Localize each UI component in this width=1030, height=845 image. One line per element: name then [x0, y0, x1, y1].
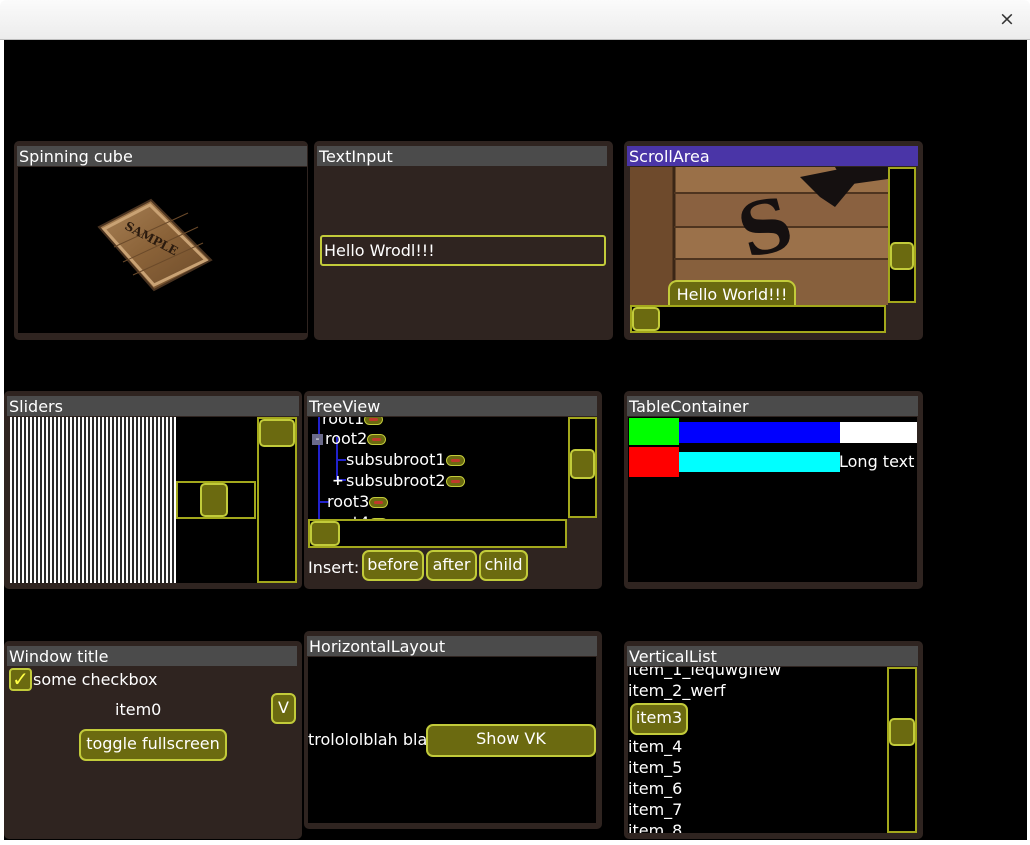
- scroll-viewport: S Hello World!!!: [630, 167, 888, 305]
- close-icon[interactable]: ×: [998, 9, 1016, 29]
- vertical-slider-thumb[interactable]: [259, 419, 295, 447]
- list-item[interactable]: item_2_werf: [628, 681, 725, 701]
- checkbox-label[interactable]: some checkbox: [33, 670, 157, 690]
- insert-after-button[interactable]: after: [426, 550, 477, 581]
- window-titlebar: ×: [0, 0, 1030, 40]
- table-cell-red: [629, 447, 679, 477]
- tree-node-toggle-icon[interactable]: [445, 455, 465, 466]
- table-cell-white: [840, 422, 917, 443]
- text-input-field[interactable]: Hello Wrodl!!!: [320, 235, 606, 266]
- panel-title: Window title: [7, 646, 297, 666]
- tree-node[interactable]: root3: [327, 492, 389, 512]
- table-cell-green: [629, 418, 679, 445]
- list-item[interactable]: item_8: [628, 821, 682, 833]
- tree-node[interactable]: - root2: [312, 429, 387, 449]
- chevron-down-icon: V: [278, 698, 289, 717]
- list-item[interactable]: item_4: [628, 737, 682, 757]
- app-canvas: Spinning cube SAMPLE TextInput Hello Wro…: [4, 40, 1027, 840]
- panel-tree-view: TreeView root1 - root2 subsubroot1 + subsu…: [304, 391, 602, 589]
- hello-world-button[interactable]: Hello World!!!: [668, 280, 796, 305]
- panel-title: Spinning cube: [17, 146, 307, 166]
- tree-node-toggle-icon[interactable]: [369, 497, 389, 508]
- panel-sliders: Sliders: [4, 391, 302, 589]
- checkmark-icon: ✓: [12, 667, 29, 691]
- tree-hscroll-thumb[interactable]: [310, 521, 340, 546]
- insert-label: Insert:: [308, 558, 360, 577]
- tree-node-toggle-icon[interactable]: [367, 434, 387, 445]
- panel-vertical-list: VerticalList item_1_lequwgflew item_2_we…: [624, 641, 923, 839]
- panel-title: Sliders: [7, 396, 299, 416]
- list-item[interactable]: item_1_lequwgflew: [628, 667, 781, 680]
- tree-node-label: subsubroot2: [346, 471, 446, 490]
- tree-viewport: root1 - root2 subsubroot1 + subsubroot2 ro…: [308, 417, 568, 519]
- tree-node[interactable]: root1: [322, 417, 384, 429]
- tree-node[interactable]: subsubroot1: [346, 450, 465, 470]
- checkbox[interactable]: ✓: [9, 668, 32, 691]
- insert-before-button[interactable]: before: [362, 550, 424, 581]
- list-item[interactable]: item_7: [628, 800, 682, 820]
- panel-window-title: Window title ✓ some checkbox item0 V tog…: [4, 641, 302, 839]
- striped-image: [10, 417, 176, 583]
- horizontal-layout-area: trolololblah bla Show VK: [308, 657, 596, 823]
- panel-title: TreeView: [307, 396, 597, 416]
- dropdown-arrow-button[interactable]: V: [271, 693, 296, 724]
- tree-node-label: root1: [322, 417, 365, 428]
- panel-title: TextInput: [317, 146, 607, 166]
- show-vk-button[interactable]: Show VK: [426, 724, 596, 757]
- scroll-area-hscrollbar[interactable]: [630, 305, 886, 333]
- table-long-text: Long text: [839, 452, 915, 471]
- hscroll-thumb[interactable]: [632, 307, 660, 331]
- wooden-crate-icon: SAMPLE: [97, 198, 213, 292]
- panel-title: VerticalList: [627, 646, 918, 666]
- tree-hscrollbar[interactable]: [308, 519, 567, 548]
- dropdown-value[interactable]: item0: [115, 700, 161, 720]
- tree-node-label: root2: [325, 429, 368, 448]
- vscroll-thumb[interactable]: [890, 241, 914, 270]
- table-cell-cyan: [679, 452, 840, 472]
- table-cell-blue: [679, 422, 840, 443]
- scroll-area-vscrollbar[interactable]: [888, 167, 916, 303]
- list-item[interactable]: item_6: [628, 779, 682, 799]
- panel-title: TableContainer: [627, 396, 918, 416]
- panel-spinning-cube: Spinning cube SAMPLE: [14, 141, 308, 340]
- vertical-list-scroll-thumb[interactable]: [889, 718, 915, 746]
- tree-vscroll-thumb[interactable]: [570, 449, 595, 479]
- horizontal-layout-label: trolololblah bla: [308, 730, 426, 749]
- list-item-selected[interactable]: item3: [630, 703, 688, 735]
- expand-icon[interactable]: +: [332, 474, 344, 488]
- collapse-icon[interactable]: -: [312, 433, 323, 445]
- tree-node-toggle-icon[interactable]: [364, 417, 384, 425]
- cube-viewport: SAMPLE: [18, 167, 307, 333]
- toggle-fullscreen-button[interactable]: toggle fullscreen: [79, 729, 227, 761]
- list-item[interactable]: item_5: [628, 758, 682, 778]
- vertical-list-scrollbar[interactable]: [887, 667, 917, 833]
- panel-table-container: TableContainer Long text: [624, 391, 923, 589]
- panel-title: ScrollArea: [627, 146, 918, 166]
- horizontal-slider[interactable]: [176, 481, 256, 519]
- vertical-list-viewport: item_1_lequwgflew item_2_werf item3 item…: [628, 667, 887, 833]
- panel-scroll-area: ScrollArea S Hello World!!!: [624, 141, 923, 340]
- table-area: Long text: [628, 417, 917, 582]
- insert-child-button[interactable]: child: [479, 550, 528, 581]
- horizontal-slider-thumb[interactable]: [199, 483, 228, 517]
- tree-node-toggle-icon[interactable]: [445, 476, 465, 487]
- tree-node-label: subsubroot1: [346, 450, 446, 469]
- tree-node-label: root3: [327, 492, 370, 511]
- vertical-slider[interactable]: [257, 417, 297, 583]
- panel-text-input: TextInput Hello Wrodl!!!: [314, 141, 613, 340]
- tree-node[interactable]: + subsubroot2: [332, 471, 465, 491]
- tree-vscrollbar[interactable]: [568, 417, 597, 518]
- panel-horizontal-layout: HorizontalLayout trolololblah bla Show V…: [304, 631, 602, 829]
- panel-title: HorizontalLayout: [307, 636, 597, 656]
